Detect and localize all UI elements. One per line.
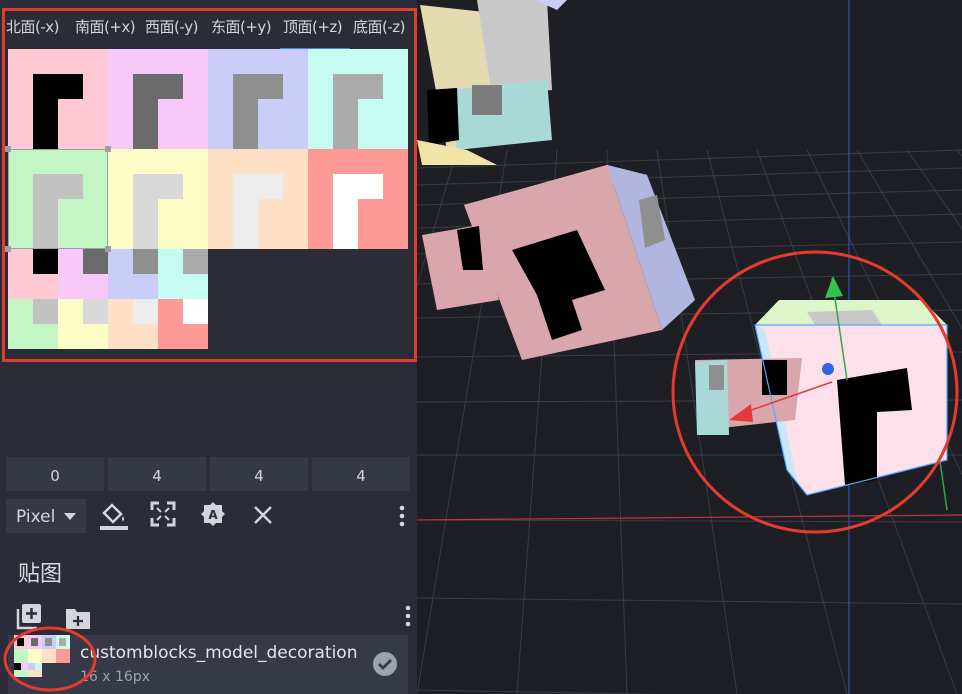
caret-down-icon bbox=[64, 513, 76, 520]
uv-value-field[interactable]: 0 bbox=[6, 457, 104, 491]
mode-dropdown[interactable]: Pixel bbox=[6, 499, 86, 533]
uv-values-row: 0 4 4 4 bbox=[6, 457, 410, 491]
check-circle-icon[interactable] bbox=[372, 651, 398, 677]
annotation-circle bbox=[3, 626, 97, 692]
3d-viewport[interactable] bbox=[417, 0, 962, 694]
uv-value-field[interactable]: 4 bbox=[108, 457, 206, 491]
textures-section-title: 贴图 bbox=[18, 562, 63, 587]
maximize-icon[interactable] bbox=[150, 501, 176, 527]
mode-label: Pixel bbox=[16, 507, 56, 527]
uv-value-field[interactable]: 4 bbox=[210, 457, 308, 491]
uv-editor-panel: 北面(-x) 南面(+x) 西面(-y) 东面(+y) 顶面(+z) 底面(-z… bbox=[0, 0, 417, 694]
more-vert-icon[interactable] bbox=[398, 505, 406, 527]
more-vert-icon[interactable] bbox=[404, 605, 412, 627]
viewport-scene bbox=[417, 0, 962, 694]
uv-toolbar: Pixel A bbox=[0, 495, 417, 539]
annotation-box bbox=[2, 8, 417, 362]
auto-uv-icon[interactable]: A bbox=[200, 501, 226, 527]
uv-value-field[interactable]: 4 bbox=[312, 457, 410, 491]
close-icon[interactable] bbox=[253, 505, 273, 525]
svg-text:A: A bbox=[208, 508, 218, 522]
texture-name: customblocks_model_decoration bbox=[80, 643, 358, 663]
paint-bucket-icon[interactable] bbox=[100, 501, 128, 531]
